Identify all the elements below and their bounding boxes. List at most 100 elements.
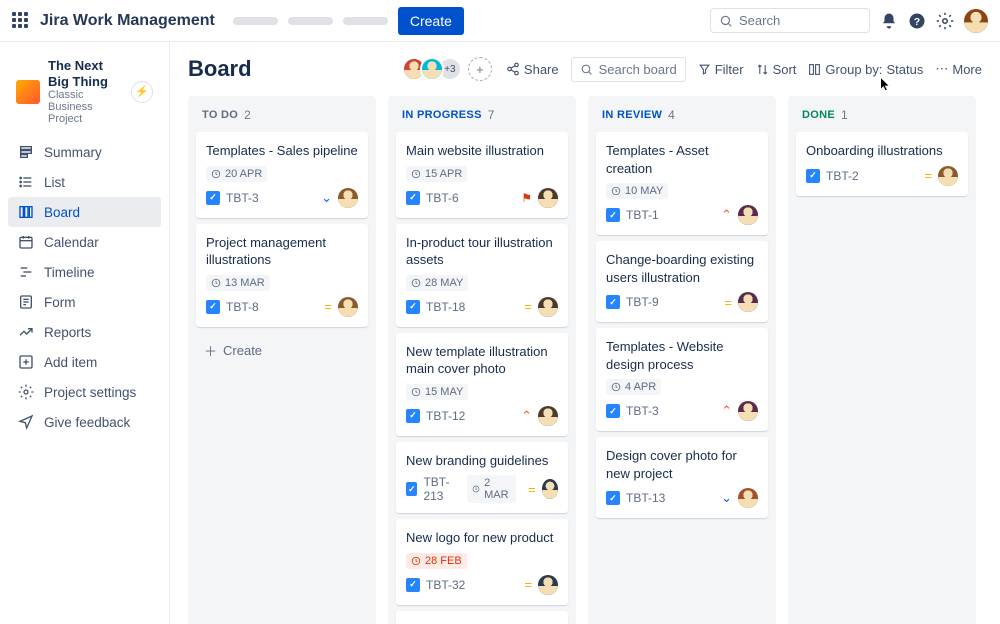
issue-key: TBT-18	[426, 300, 465, 314]
global-search[interactable]: Search	[710, 8, 870, 33]
main-content: Board +3 + Share Search board Filter Sor…	[170, 42, 1000, 624]
priority-icon: =	[924, 168, 932, 183]
search-icon	[719, 14, 733, 28]
assignee-avatar[interactable]	[538, 188, 558, 208]
issue-card[interactable]: In-product tour illustration assets 28 M…	[396, 224, 568, 327]
share-button[interactable]: Share	[506, 62, 559, 77]
nav-label: Board	[44, 205, 80, 220]
assignee-avatar[interactable]	[738, 401, 758, 421]
issue-card[interactable]: New template illustration main cover pho…	[396, 333, 568, 436]
calendar-icon	[18, 234, 34, 250]
more-button[interactable]: ⋯ More	[935, 61, 982, 77]
create-issue-button[interactable]: ＋ Create	[196, 333, 368, 368]
nav-calendar[interactable]: Calendar	[8, 227, 161, 257]
app-switcher-icon[interactable]	[12, 12, 30, 30]
priority-icon: ⌃	[721, 207, 732, 223]
issue-card[interactable]: Templates - Website design process 4 APR…	[596, 328, 768, 431]
board-search[interactable]: Search board	[571, 57, 686, 82]
assignee-avatar[interactable]	[538, 575, 558, 595]
nav-label: Summary	[44, 145, 102, 160]
nav-board[interactable]: Board	[8, 197, 161, 227]
priority-icon: ⌄	[321, 190, 332, 206]
priority-icon: =	[324, 299, 332, 314]
issue-title: Change-boarding existing users illustrat…	[606, 251, 758, 286]
nav-label: Reports	[44, 325, 91, 340]
nav-form[interactable]: Form	[8, 287, 161, 317]
column-progress: IN PROGRESS7 Main website illustration 1…	[388, 96, 576, 624]
nav-label: Form	[44, 295, 76, 310]
assignee-avatar[interactable]	[938, 166, 958, 186]
help-icon[interactable]: ?	[908, 12, 926, 30]
issue-card[interactable]: New branding guidelines TBT-2132 MAR=	[396, 442, 568, 514]
issue-card[interactable]: Main website illustration 15 APR TBT-6⚑	[396, 132, 568, 218]
column-header[interactable]: IN REVIEW4	[596, 104, 768, 132]
user-avatar[interactable]	[964, 9, 988, 33]
automation-icon[interactable]: ⚡	[131, 81, 153, 103]
svg-text:?: ?	[914, 15, 920, 27]
nav-add[interactable]: Add item	[8, 347, 161, 377]
task-type-icon	[406, 409, 420, 423]
column-header[interactable]: DONE1	[796, 104, 968, 132]
issue-key: TBT-213	[423, 475, 461, 503]
nav-summary[interactable]: Summary	[8, 137, 161, 167]
due-date-badge: 15 APR	[406, 166, 467, 182]
nav-timeline[interactable]: Timeline	[8, 257, 161, 287]
settings-icon[interactable]	[936, 12, 954, 30]
assignee-avatar[interactable]	[338, 188, 358, 208]
due-date-badge: 28 FEB	[406, 553, 467, 569]
task-type-icon	[806, 169, 820, 183]
topnav-placeholder[interactable]	[343, 17, 388, 25]
avatar-stack[interactable]: +3 +	[408, 57, 492, 81]
issue-key: TBT-3	[226, 191, 259, 205]
add-icon	[18, 354, 34, 370]
task-type-icon	[606, 208, 620, 222]
topnav-placeholder[interactable]	[288, 17, 333, 25]
issue-key: TBT-2	[826, 169, 859, 183]
column-header[interactable]: TO DO2	[196, 104, 368, 132]
sort-button[interactable]: Sort	[756, 62, 797, 77]
board-icon	[18, 204, 34, 220]
nav-label: List	[44, 175, 65, 190]
issue-card[interactable]: New logo for new product 28 FEB TBT-32=	[396, 519, 568, 605]
column-header[interactable]: IN PROGRESS7	[396, 104, 568, 132]
settings-icon	[18, 384, 34, 400]
groupby-button[interactable]: Group by: Status	[808, 62, 923, 77]
nav-settings[interactable]: Project settings	[8, 377, 161, 407]
nav-label: Timeline	[44, 265, 95, 280]
top-bar: Jira Work Management Create Search ?	[0, 0, 1000, 42]
issue-card[interactable]: Project management illustrations 13 MAR …	[196, 224, 368, 327]
nav-reports[interactable]: Reports	[8, 317, 161, 347]
nav-list[interactable]: List	[8, 167, 161, 197]
filter-button[interactable]: Filter	[698, 62, 744, 77]
due-date-badge: 28 MAY	[406, 275, 468, 291]
assignee-avatar[interactable]	[738, 205, 758, 225]
issue-card[interactable]: Design new landing page TBT-111⌄	[396, 611, 568, 624]
nav-label: Project settings	[44, 385, 136, 400]
priority-icon: =	[524, 299, 532, 314]
nav-feedback[interactable]: Give feedback	[8, 407, 161, 437]
issue-card[interactable]: Design cover photo for new project TBT-1…	[596, 437, 768, 518]
issue-title: In-product tour illustration assets	[406, 234, 558, 269]
product-logo[interactable]: Jira Work Management	[40, 12, 215, 30]
sidebar: The Next Big Thing Classic Business Proj…	[0, 42, 170, 624]
issue-card[interactable]: Change-boarding existing users illustrat…	[596, 241, 768, 322]
nav-label: Give feedback	[44, 415, 130, 430]
issue-title: Main website illustration	[406, 142, 558, 160]
create-button[interactable]: Create	[398, 7, 464, 35]
issue-card[interactable]: Templates - Sales pipeline 20 APR TBT-3⌄	[196, 132, 368, 218]
assignee-avatar[interactable]	[338, 297, 358, 317]
assignee-avatar[interactable]	[538, 297, 558, 317]
issue-card[interactable]: Templates - Asset creation 10 MAY TBT-1⌃	[596, 132, 768, 235]
assignee-avatar[interactable]	[738, 292, 758, 312]
topnav-placeholder[interactable]	[233, 17, 278, 25]
notifications-icon[interactable]	[880, 12, 898, 30]
assignee-avatar[interactable]	[538, 406, 558, 426]
project-header[interactable]: The Next Big Thing Classic Business Proj…	[8, 54, 161, 137]
assignee-avatar[interactable]	[738, 488, 758, 508]
add-people-button[interactable]: +	[468, 57, 492, 81]
issue-title: Design cover photo for new project	[606, 447, 758, 482]
priority-icon: =	[524, 577, 532, 592]
project-name: The Next Big Thing	[48, 58, 123, 89]
issue-card[interactable]: Onboarding illustrations TBT-2=	[796, 132, 968, 196]
assignee-avatar[interactable]	[542, 479, 558, 499]
